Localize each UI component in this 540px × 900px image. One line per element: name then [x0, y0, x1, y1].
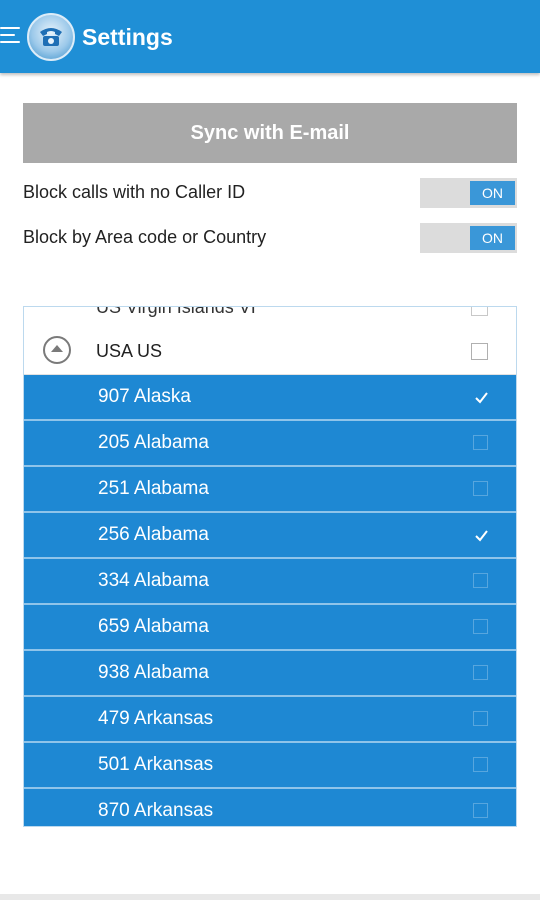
toggle-state: ON — [470, 181, 515, 205]
checkbox[interactable] — [473, 619, 488, 634]
list-item[interactable]: 256 Alabama — [24, 513, 516, 559]
list-item-label: 479 Arkansas — [98, 708, 214, 729]
sync-email-button[interactable]: Sync with E-mail — [23, 103, 517, 163]
area-code-toggle[interactable]: ON — [420, 223, 517, 253]
checked-checkbox[interactable] — [473, 389, 488, 404]
list-item-label: 938 Alabama — [98, 662, 209, 683]
group-checkbox[interactable] — [471, 343, 488, 360]
no-caller-id-toggle[interactable]: ON — [420, 178, 517, 208]
page-title: Settings — [82, 24, 173, 50]
list-item-label: 501 Arkansas — [98, 754, 214, 775]
checkbox[interactable] — [473, 757, 488, 772]
hamburger-menu-icon[interactable] — [0, 27, 22, 45]
phone-logo-icon — [27, 13, 75, 61]
setting-label: Block by Area code or Country — [23, 227, 267, 247]
list-item[interactable]: 907 Alaska — [24, 375, 516, 421]
list-item[interactable]: 205 Alabama — [24, 421, 516, 467]
collapse-arrow-icon[interactable] — [43, 336, 71, 364]
bottom-divider — [0, 894, 540, 900]
checkbox[interactable] — [473, 803, 488, 818]
group-row-usa[interactable]: USA US — [24, 327, 516, 375]
list-item[interactable]: 501 Arkansas — [24, 743, 516, 789]
group-label: USA US — [96, 341, 163, 361]
list-item-label: 334 Alabama — [98, 570, 209, 591]
list-item-label: 659 Alabama — [98, 616, 209, 637]
checkbox[interactable] — [473, 481, 488, 496]
list-item-label: 907 Alaska — [98, 386, 191, 407]
list-item[interactable]: 251 Alabama — [24, 467, 516, 513]
checkbox[interactable] — [473, 573, 488, 588]
setting-label: Block calls with no Caller ID — [23, 182, 246, 202]
list-item-label: 870 Arkansas — [98, 800, 214, 821]
list-item-label: 251 Alabama — [98, 478, 209, 499]
checkmark-icon — [475, 392, 488, 404]
list-item[interactable]: 479 Arkansas — [24, 697, 516, 743]
area-code-list[interactable]: US Virgin Islands VI USA US 907 Alaska 20… — [23, 306, 517, 827]
list-item[interactable]: 870 Arkansas — [24, 789, 516, 826]
checked-checkbox[interactable] — [473, 527, 488, 542]
list-item-label: US Virgin Islands VI — [96, 306, 256, 317]
setting-row-no-caller-id: Block calls with no Caller ID ON — [23, 178, 517, 210]
list-item[interactable]: 659 Alabama — [24, 605, 516, 651]
list-item-partial[interactable]: US Virgin Islands VI — [24, 306, 516, 327]
checkbox[interactable] — [473, 665, 488, 680]
checkbox[interactable] — [471, 307, 488, 316]
list-item[interactable]: 334 Alabama — [24, 559, 516, 605]
checkbox[interactable] — [473, 711, 488, 726]
list-item-label: 205 Alabama — [98, 432, 209, 453]
toggle-state: ON — [470, 226, 515, 250]
list-item[interactable]: 938 Alabama — [24, 651, 516, 697]
list-item-label: 256 Alabama — [98, 524, 209, 545]
setting-row-area-code: Block by Area code or Country ON — [23, 223, 517, 255]
checkbox[interactable] — [473, 435, 488, 450]
checkmark-icon — [475, 530, 488, 542]
app-bar: Settings — [0, 0, 540, 73]
